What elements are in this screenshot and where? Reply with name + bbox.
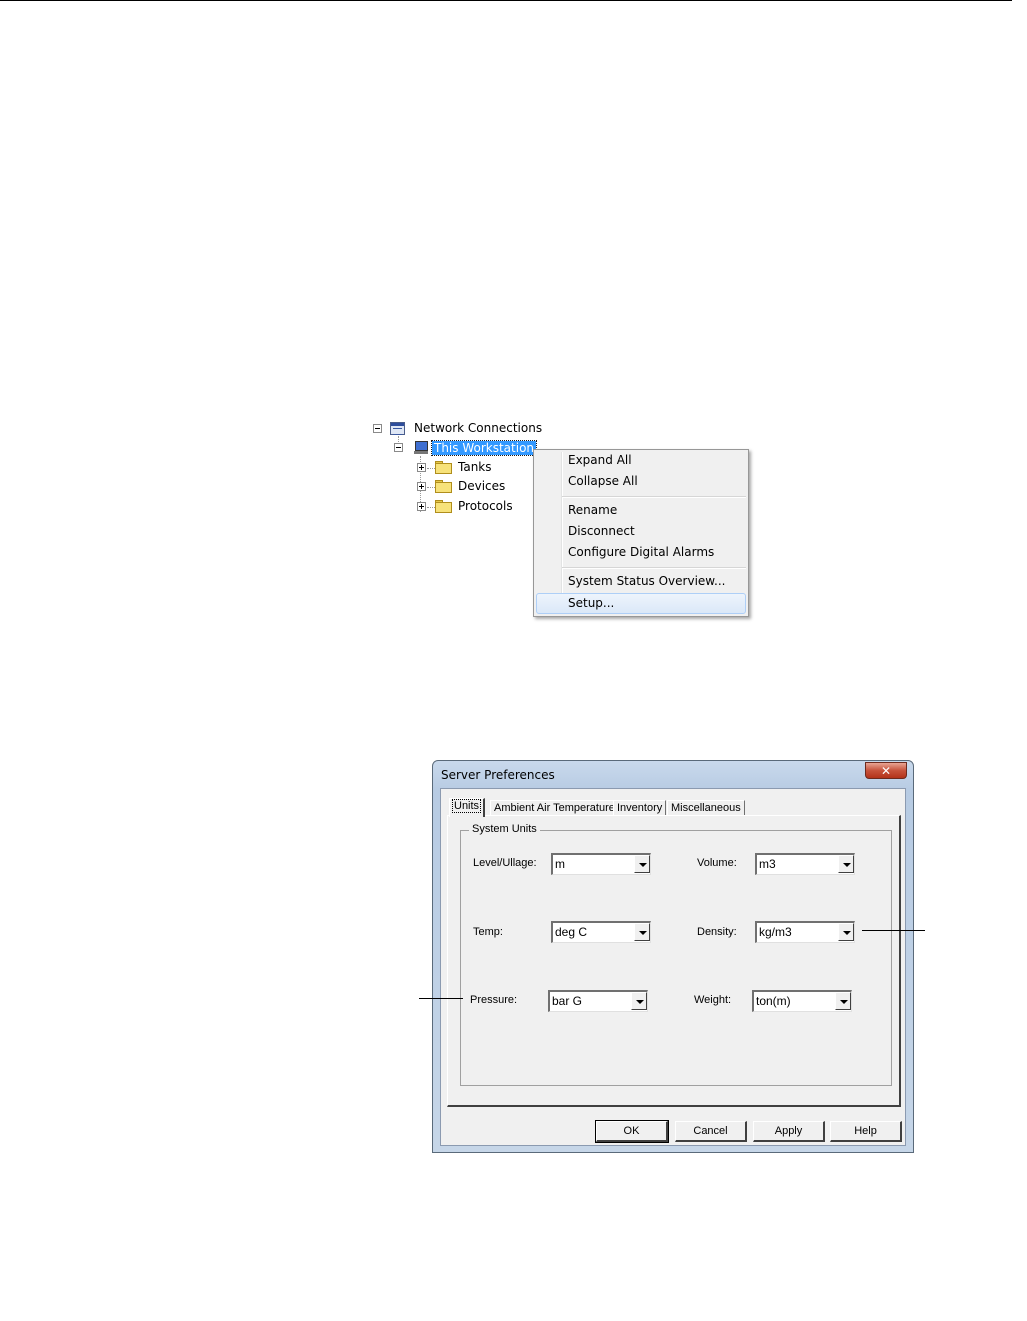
callout-line (419, 998, 463, 999)
tree-item-tanks[interactable]: Tanks (458, 458, 492, 476)
collapse-icon[interactable] (373, 424, 382, 433)
pressure-label: Pressure: (470, 994, 518, 1006)
chevron-down-icon[interactable] (634, 923, 650, 941)
collapse-icon[interactable] (394, 443, 403, 452)
cancel-button[interactable]: Cancel (675, 1121, 747, 1142)
chevron-down-icon[interactable] (838, 923, 854, 941)
dialog-client-area: Units Ambient Air Temperature Inventory … (440, 788, 906, 1146)
level-ullage-label: Level/Ullage: (473, 857, 537, 869)
folder-icon (435, 500, 452, 513)
tab-ambient-air-temperature[interactable]: Ambient Air Temperature (490, 800, 619, 816)
tree-root-network-connections[interactable]: Network Connections (414, 419, 542, 437)
expand-icon[interactable] (417, 463, 426, 472)
chevron-down-icon[interactable] (835, 992, 851, 1010)
units-tab-panel: System Units Level/Ullage: m Volume: m3 … (447, 815, 901, 1107)
menu-item-collapse-all[interactable]: Collapse All (536, 471, 746, 492)
tab-miscellaneous[interactable]: Miscellaneous (667, 800, 745, 816)
menu-item-expand-all[interactable]: Expand All (536, 450, 746, 471)
apply-button[interactable]: Apply (753, 1121, 825, 1142)
help-button[interactable]: Help (830, 1121, 902, 1142)
chevron-down-icon[interactable] (634, 855, 650, 873)
tree-item-this-workstation[interactable]: This Workstation (430, 439, 538, 457)
tree-item-label: This Workstation (430, 440, 538, 456)
menu-item-disconnect[interactable]: Disconnect (536, 521, 746, 542)
volume-select[interactable]: m3 (755, 853, 855, 875)
chevron-down-icon[interactable] (838, 855, 854, 873)
folder-icon (435, 461, 452, 474)
close-icon: ✕ (880, 764, 892, 778)
density-label: Density: (697, 926, 737, 938)
close-button[interactable]: ✕ (865, 762, 907, 779)
tab-inventory[interactable]: Inventory (613, 800, 667, 816)
network-connections-icon (390, 422, 405, 435)
selected-value: m3 (759, 857, 776, 871)
menu-separator (562, 496, 746, 498)
expand-icon[interactable] (417, 482, 426, 491)
volume-label: Volume: (697, 857, 737, 869)
expand-icon[interactable] (417, 502, 426, 511)
workstation-icon (414, 441, 428, 454)
temp-select[interactable]: deg C (551, 921, 651, 943)
weight-label: Weight: (694, 994, 732, 1006)
ok-button[interactable]: OK (595, 1120, 669, 1143)
folder-icon (435, 480, 452, 493)
server-preferences-dialog: Server Preferences ✕ Units Ambient Air T… (432, 760, 914, 1153)
tab-label: Units (451, 799, 482, 813)
pressure-select[interactable]: bar G (548, 990, 648, 1012)
dialog-title: Server Preferences (441, 768, 555, 782)
selected-value: bar G (552, 994, 583, 1008)
menu-item-configure-digital-alarms[interactable]: Configure Digital Alarms (536, 542, 746, 563)
selected-value: m (555, 857, 565, 871)
menu-separator (562, 567, 746, 569)
context-menu: Expand All Collapse All Rename Disconnec… (533, 449, 749, 617)
group-label: System Units (469, 823, 540, 835)
density-select[interactable]: kg/m3 (755, 921, 855, 943)
weight-select[interactable]: ton(m) (752, 990, 852, 1012)
chevron-down-icon[interactable] (631, 992, 647, 1010)
selected-value: deg C (555, 925, 588, 939)
menu-item-system-status-overview[interactable]: System Status Overview... (536, 571, 746, 592)
menu-item-setup[interactable]: Setup... (536, 593, 746, 614)
tab-units[interactable]: Units (449, 798, 486, 817)
selected-value: ton(m) (756, 994, 791, 1008)
menu-item-rename[interactable]: Rename (536, 500, 746, 521)
temp-label: Temp: (473, 926, 503, 938)
level-ullage-select[interactable]: m (551, 853, 651, 875)
network-tree: Network Connections This Workstation Tan… (370, 418, 550, 528)
tree-item-protocols[interactable]: Protocols (458, 497, 513, 515)
tree-item-devices[interactable]: Devices (458, 477, 505, 495)
top-rule (0, 0, 1012, 1)
system-units-group: System Units Level/Ullage: m Volume: m3 … (460, 823, 892, 1086)
selected-value: kg/m3 (759, 925, 792, 939)
callout-line (862, 930, 925, 931)
